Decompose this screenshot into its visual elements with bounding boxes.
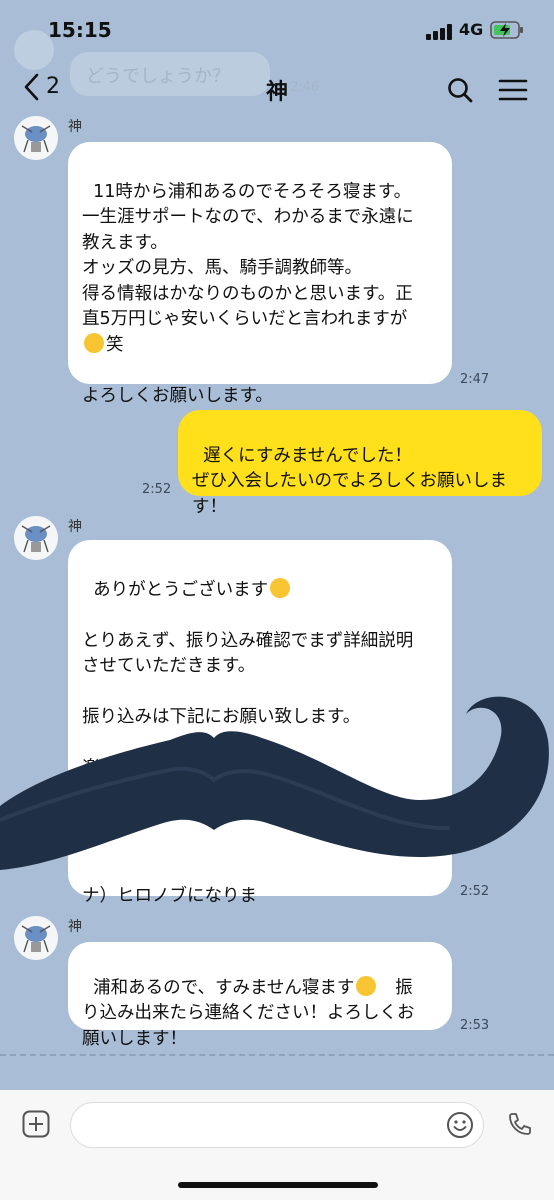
message-line: 直5万円じゃ安いくらいだと言われますが xyxy=(82,309,408,329)
message-line: 遅くにすみませんでした！ xyxy=(203,445,412,466)
message-line: 支店番 xyxy=(82,783,135,804)
message-input[interactable] xyxy=(70,1102,484,1148)
battery-charging-icon xyxy=(490,21,523,39)
sender-avatar[interactable] xyxy=(14,916,58,960)
sender-avatar[interactable] xyxy=(14,116,58,160)
message-line: 振 xyxy=(395,977,413,998)
message-line: ナ）ヒロノブになりま xyxy=(82,885,257,906)
message-line: り込み出来たら連絡ください！よろしくお xyxy=(82,1003,415,1023)
sender-name: 神 xyxy=(68,919,82,935)
chevron-left-icon xyxy=(24,73,39,101)
search-icon[interactable] xyxy=(446,76,474,104)
message-line: 楽天銀行 xyxy=(82,758,152,778)
message-line: とりあえず、振り込み確認でまず詳細説明 xyxy=(82,630,414,651)
phone-icon[interactable] xyxy=(506,1110,534,1138)
sender-avatar[interactable] xyxy=(14,516,58,560)
message-time: 2:52 xyxy=(460,884,490,899)
message-time: 2:47 xyxy=(460,372,490,387)
message-time: 2:53 xyxy=(460,1018,490,1033)
robot-avatar-icon xyxy=(14,116,58,160)
robot-avatar-icon xyxy=(14,516,58,560)
message-line: 11時から浦和あるのでそろそろ寝ます。 xyxy=(93,181,412,202)
message-line: 振り込みは下記にお願い致します。 xyxy=(82,707,361,727)
message-line: 浦和あるので、すみません寝ます xyxy=(93,977,355,998)
message-line: 一生涯サポートなので、わかるまで永遠に xyxy=(82,207,414,227)
home-indicator xyxy=(178,1182,378,1188)
message-time: 2:52 xyxy=(142,482,172,497)
divider xyxy=(0,1054,554,1056)
network-type: 4G xyxy=(459,20,484,39)
sender-name: 神 xyxy=(68,119,82,135)
sender-name: 神 xyxy=(68,519,82,535)
message-line: させていただきます。 xyxy=(82,656,256,676)
crying-emoji-icon xyxy=(270,577,291,598)
signal-strength-icon xyxy=(426,24,452,40)
plus-icon[interactable] xyxy=(22,1110,50,1138)
message-tail: 笑 xyxy=(106,334,124,355)
grin-emoji-icon xyxy=(84,332,104,353)
status-time: 15:15 xyxy=(48,18,112,42)
message-bubble[interactable]: 浦和あるので、すみません寝ます 振 り込み出来たら連絡ください！よろしくお 願い… xyxy=(68,942,452,1049)
back-button[interactable]: 2 xyxy=(22,72,72,106)
message-closing: よろしくお願いします。 xyxy=(82,385,273,406)
hamburger-menu-icon[interactable] xyxy=(498,76,528,104)
smiley-icon[interactable] xyxy=(446,1111,474,1139)
message-line: ありがとうございます xyxy=(93,579,269,600)
robot-avatar-icon xyxy=(14,916,58,960)
message-line: 得る情報はかなりのものかと思います。正 xyxy=(82,283,413,304)
message-line: す！ xyxy=(192,496,227,517)
message-bubble[interactable]: ありがとうございます とりあえず、振り込み確認でまず詳細説明 させていただきます… xyxy=(68,540,452,906)
message-line: 願いします！ xyxy=(82,1028,187,1049)
message-line: 教えます。 xyxy=(82,232,168,253)
unread-count: 2 xyxy=(46,74,60,99)
my-message-bubble[interactable]: 遅くにすみませんでした！ ぜひ入会したいのでよろしくお願いしま す！ xyxy=(178,410,542,517)
message-line: ぜひ入会したいのでよろしくお願いしま xyxy=(192,471,507,491)
ghost-message-text: どうでしょうか？ xyxy=(86,66,230,87)
message-line: オッズの見方、馬、騎手調教師等。 xyxy=(82,258,362,278)
message-bubble[interactable]: 11時から浦和あるのでそろそろ寝ます。 一生涯サポートなので、わかるまで永遠に … xyxy=(68,142,452,406)
ghost-message-time: 2:46 xyxy=(290,80,320,95)
sweat-smile-emoji-icon xyxy=(356,975,377,996)
